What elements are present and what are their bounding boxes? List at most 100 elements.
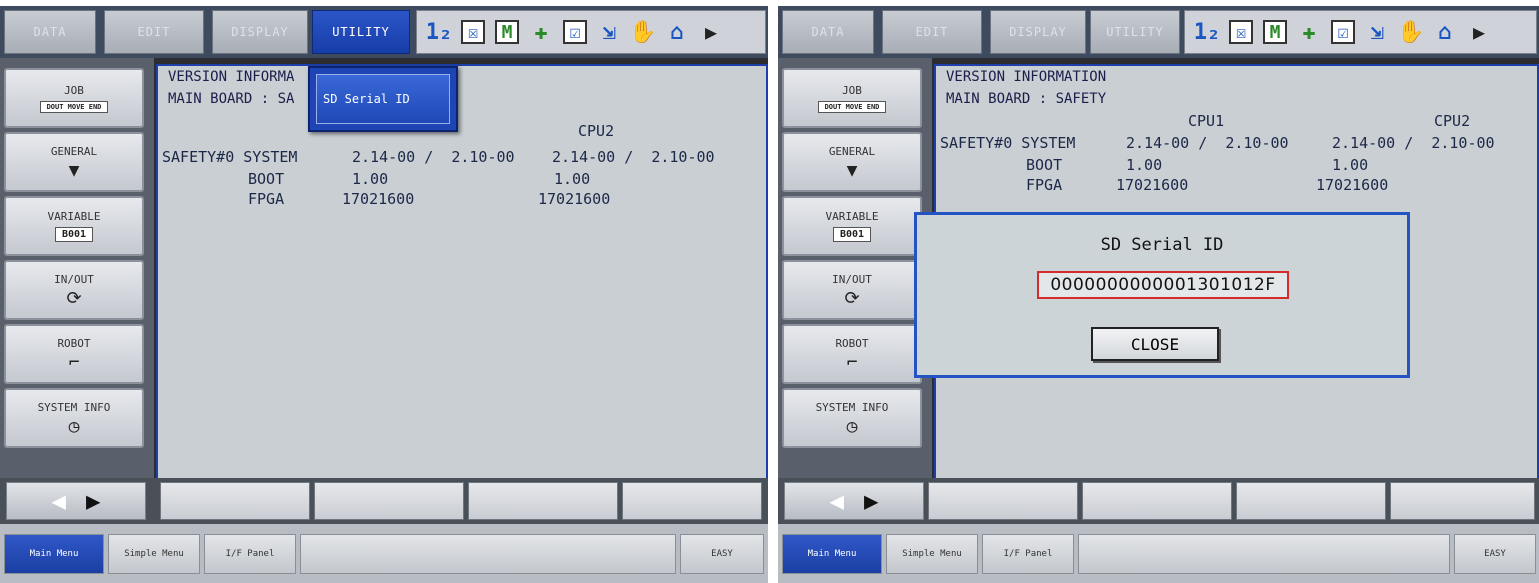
left-screen: DATA EDIT DISPLAY UTILITY 1₂ ☒ M ✚ ☑ ⇲ ✋… <box>0 6 768 583</box>
sidebar-item-label: SYSTEM INFO <box>815 400 889 414</box>
status-area <box>1078 534 1450 574</box>
step-icon[interactable]: 1₂ <box>1194 20 1221 45</box>
home-icon[interactable]: ⌂ <box>665 20 689 45</box>
board-label: MAIN BOARD : SAFETY <box>946 91 1107 107</box>
sidebar-item-job[interactable]: JOB DOUT MOVE END <box>4 68 144 128</box>
tab-utility[interactable]: UTILITY <box>312 10 410 54</box>
sidebar-item-in-out[interactable]: IN/OUT ⟳ <box>782 260 922 320</box>
boot-cpu1-value: 1.00 <box>352 170 389 188</box>
function-key-1[interactable] <box>160 482 310 520</box>
tab-display[interactable]: DISPLAY <box>212 10 308 54</box>
page-arrows[interactable]: ◀ ▶ <box>6 482 146 520</box>
sidebar-item-label: GENERAL <box>50 144 98 158</box>
checklist-icon[interactable]: ☑ <box>563 20 587 44</box>
easy-button[interactable]: EASY <box>1454 534 1536 574</box>
job-icon: DOUT MOVE END <box>817 100 887 113</box>
function-key-3[interactable] <box>1236 482 1386 520</box>
version-info-panel: VERSION INFORMA MAIN BOARD : SA CPU2 SAF… <box>156 64 768 484</box>
sidebar-item-variable[interactable]: VARIABLE B001 <box>4 196 144 256</box>
function-key-3[interactable] <box>468 482 618 520</box>
top-menu-bar: DATA EDIT DISPLAY UTILITY 1₂ ☒ M ✚ ☑ ⇲ ✋… <box>778 6 1539 58</box>
edit-icon[interactable]: ☒ <box>1229 20 1253 44</box>
function-key-1[interactable] <box>928 482 1078 520</box>
tab-data[interactable]: DATA <box>782 10 874 54</box>
close-button[interactable]: CLOSE <box>1091 327 1219 361</box>
sidebar-item-label: VARIABLE <box>825 210 879 223</box>
system-cpu2-value: 2.14-00 / 2.10-00 <box>552 148 715 166</box>
system-cpu2-value: 2.14-00 / 2.10-00 <box>1332 134 1495 152</box>
if-panel-button[interactable]: I/F Panel <box>204 534 296 574</box>
variable-chip: B001 <box>54 227 94 242</box>
board-label: MAIN BOARD : SA <box>168 91 295 107</box>
function-key-2[interactable] <box>314 482 464 520</box>
sidebar-item-in-out[interactable]: IN/OUT ⟳ <box>4 260 144 320</box>
function-key-4[interactable] <box>622 482 762 520</box>
monitor-icon[interactable]: M <box>1263 20 1287 44</box>
job-icon: DOUT MOVE END <box>39 100 109 113</box>
boot-cpu2-value: 1.00 <box>554 170 591 188</box>
export-icon[interactable]: ⇲ <box>1365 20 1389 45</box>
simple-menu-button[interactable]: Simple Menu <box>886 534 978 574</box>
tab-data[interactable]: DATA <box>4 10 96 54</box>
boot-cpu2-value: 1.00 <box>1332 156 1369 174</box>
export-icon[interactable]: ⇲ <box>597 20 621 45</box>
hand-icon[interactable]: ✋ <box>629 20 656 45</box>
io-icon[interactable]: ✚ <box>529 20 553 45</box>
arrow-right-icon[interactable]: ▶ <box>86 487 100 515</box>
sidebar-item-general[interactable]: GENERAL ▼ <box>782 132 922 192</box>
sidebar-item-general[interactable]: GENERAL ▼ <box>4 132 144 192</box>
main-menu-button[interactable]: Main Menu <box>4 534 104 574</box>
main-menu-button[interactable]: Main Menu <box>782 534 882 574</box>
tab-utility[interactable]: UTILITY <box>1090 10 1180 54</box>
row-boot-label: BOOT <box>248 170 285 188</box>
fpga-cpu2-value: 17021600 <box>1316 176 1389 194</box>
in-out-icon: ⟳ <box>66 287 82 309</box>
sidebar-item-label: IN/OUT <box>54 272 94 286</box>
tab-display[interactable]: DISPLAY <box>990 10 1086 54</box>
if-panel-button[interactable]: I/F Panel <box>982 534 1074 574</box>
function-key-4[interactable] <box>1390 482 1535 520</box>
arrow-right-icon[interactable]: ▶ <box>864 487 878 515</box>
arrow-left-icon[interactable]: ◀ <box>830 487 844 515</box>
cpu1-header: CPU1 <box>1188 112 1225 130</box>
sidebar-item-robot[interactable]: ROBOT ⌐ <box>4 324 144 384</box>
step-icon[interactable]: 1₂ <box>426 20 453 45</box>
arrow-left-icon[interactable]: ◀ <box>52 487 66 515</box>
row-system-label: SAFETY#0 SYSTEM <box>162 148 298 166</box>
divider <box>768 0 778 583</box>
sidebar-item-label: ROBOT <box>57 336 91 350</box>
simple-menu-button[interactable]: Simple Menu <box>108 534 200 574</box>
play-arrow-icon[interactable]: ▶ <box>1467 20 1491 44</box>
robot-arm-icon: ⌐ <box>68 351 80 373</box>
function-key-2[interactable] <box>1082 482 1232 520</box>
variable-chip: B001 <box>832 227 872 242</box>
function-key-bar: ◀ ▶ <box>0 478 768 524</box>
edit-icon[interactable]: ☒ <box>461 20 485 44</box>
sidebar-item-system-info[interactable]: SYSTEM INFO ◷ <box>4 388 144 448</box>
io-icon[interactable]: ✚ <box>1297 20 1321 45</box>
home-icon[interactable]: ⌂ <box>1433 20 1457 45</box>
dialog-title: SD Serial ID <box>1100 235 1224 255</box>
fpga-cpu1-value: 17021600 <box>342 190 415 208</box>
easy-button[interactable]: EASY <box>680 534 764 574</box>
serial-id-value: 0000000000001301012F <box>1037 271 1289 299</box>
status-bar: Main Menu Simple Menu I/F Panel EASY <box>0 524 768 583</box>
checklist-icon[interactable]: ☑ <box>1331 20 1355 44</box>
tab-edit[interactable]: EDIT <box>882 10 982 54</box>
sidebar-item-robot[interactable]: ROBOT ⌐ <box>782 324 922 384</box>
page-arrows[interactable]: ◀ ▶ <box>784 482 924 520</box>
sidebar-item-job[interactable]: JOB DOUT MOVE END <box>782 68 922 128</box>
play-arrow-icon[interactable]: ▶ <box>699 20 723 44</box>
sidebar-item-label: GENERAL <box>828 144 876 158</box>
tool-icon: ▼ <box>68 159 80 181</box>
hand-icon[interactable]: ✋ <box>1397 20 1424 45</box>
cpu2-header: CPU2 <box>1434 112 1471 130</box>
menu-item-sd-serial-id[interactable]: SD Serial ID <box>316 74 450 124</box>
clock-icon: ◷ <box>846 415 858 437</box>
tab-edit[interactable]: EDIT <box>104 10 204 54</box>
sidebar-item-variable[interactable]: VARIABLE B001 <box>782 196 922 256</box>
row-boot-label: BOOT <box>1026 156 1063 174</box>
row-system-label: SAFETY#0 SYSTEM <box>940 134 1076 152</box>
monitor-icon[interactable]: M <box>495 20 519 44</box>
sidebar-item-system-info[interactable]: SYSTEM INFO ◷ <box>782 388 922 448</box>
